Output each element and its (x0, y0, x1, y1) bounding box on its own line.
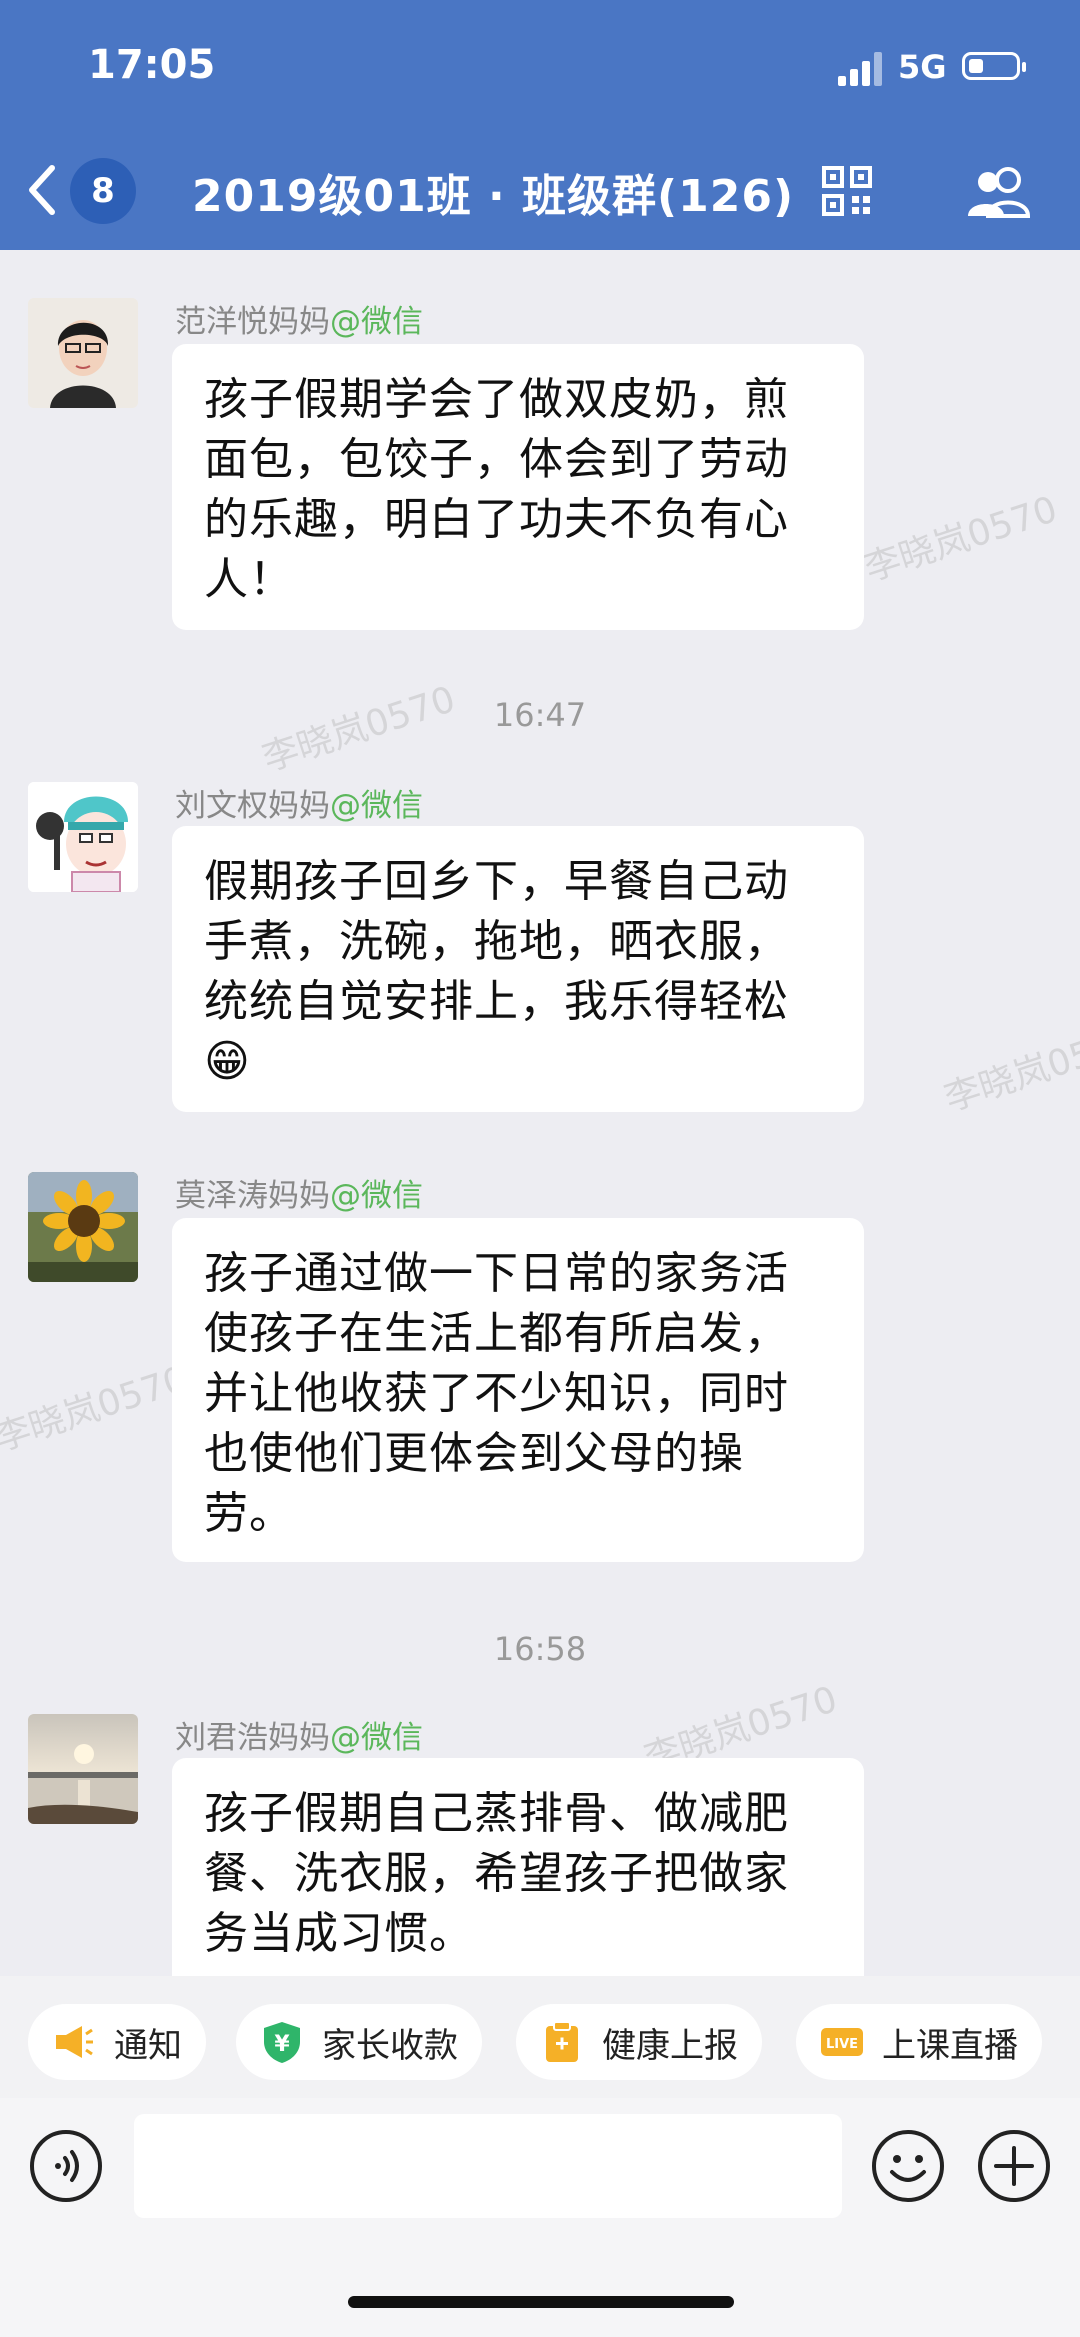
svg-text:LIVE: LIVE (826, 2037, 858, 2052)
sunset-lake-avatar[interactable] (28, 1714, 138, 1824)
megaphone-icon (52, 2020, 96, 2064)
live-class-button[interactable]: LIVE 上课直播 (796, 2004, 1042, 2080)
sender-name: 刘君浩妈妈@微信 (175, 1720, 423, 1756)
network-type: 5G (898, 48, 947, 86)
watermark: 李晓岚0570 (859, 488, 1063, 590)
signal-icon (838, 52, 886, 86)
group-members-icon[interactable] (964, 166, 1036, 218)
status-time: 17:05 (88, 42, 216, 88)
watermark: 李晓岚0570 (939, 1018, 1080, 1120)
grin-emoji: 😁 (204, 1036, 251, 1087)
woman-portrait-avatar[interactable] (28, 298, 138, 408)
plus-icon[interactable] (976, 2128, 1052, 2204)
message-bubble[interactable]: 假期孩子回乡下，早餐自己动 手煮，洗碗，拖地，晒衣服， 统统自觉安排上，我乐得轻… (172, 826, 864, 1112)
home-indicator (348, 2296, 734, 2308)
notice-button[interactable]: 通知 (28, 2004, 206, 2080)
emoji-icon[interactable] (870, 2128, 946, 2204)
clipboard-icon (540, 2020, 584, 2064)
cartoon-helmet-avatar[interactable] (28, 782, 138, 892)
yuan-shield-icon: ¥ (260, 2020, 304, 2064)
sender-name: 刘文权妈妈@微信 (175, 788, 423, 824)
parent-payment-button[interactable]: ¥ 家长收款 (236, 2004, 482, 2080)
time-divider: 16:58 (493, 1630, 587, 1668)
svg-text:¥: ¥ (274, 2032, 290, 2057)
sunflower-avatar[interactable] (28, 1172, 138, 1282)
voice-icon[interactable] (28, 2128, 104, 2204)
unread-badge[interactable]: 8 (70, 158, 136, 224)
message-bubble[interactable]: 孩子通过做一下日常的家务活 使孩子在生活上都有所启发， 并让他收获了不少知识，同… (172, 1218, 864, 1562)
qr-code-icon[interactable] (822, 166, 872, 216)
message-input[interactable] (134, 2114, 842, 2218)
sender-name: 范洋悦妈妈@微信 (175, 304, 423, 340)
live-icon: LIVE (820, 2020, 864, 2064)
top-bar: 17:05 5G 8 2019级01班 · 班级群(126) (0, 0, 1080, 250)
watermark: 李晓岚0570 (0, 1358, 193, 1460)
chevron-left-icon[interactable] (22, 162, 62, 218)
battery-icon (962, 52, 1026, 80)
sender-name: 莫泽涛妈妈@微信 (175, 1178, 423, 1214)
message-bubble[interactable]: 孩子假期学会了做双皮奶，煎 面包，包饺子，体会到了劳动 的乐趣，明白了功夫不负有… (172, 344, 864, 630)
chat-title: 2019级01班 · 班级群(126) (192, 171, 795, 222)
time-divider: 16:47 (493, 696, 587, 734)
health-report-button[interactable]: 健康上报 (516, 2004, 762, 2080)
quick-action-bar: 通知 ¥ 家长收款 健康上报 LIVE 上课直播 (0, 1976, 1080, 2098)
